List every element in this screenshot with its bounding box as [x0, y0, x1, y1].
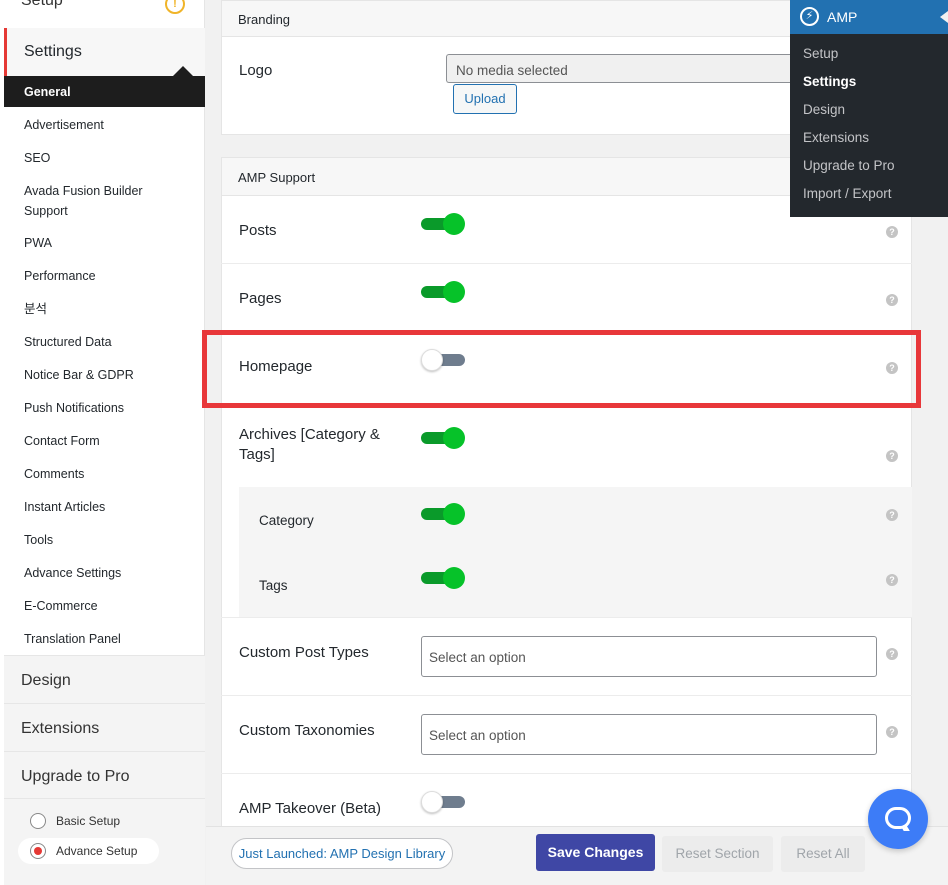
row-divider — [221, 695, 912, 696]
active-notch-icon — [173, 66, 193, 76]
sidebar-item-tools[interactable]: Tools — [24, 530, 53, 550]
amp-menu-header[interactable]: ⚡ AMP — [790, 0, 948, 34]
sidebar-item-pwa[interactable]: PWA — [24, 233, 52, 253]
posts-help-icon[interactable]: ? — [886, 226, 898, 238]
warning-icon: ! — [165, 0, 185, 14]
custom-taxonomies-help-icon[interactable]: ? — [886, 726, 898, 738]
tags-toggle[interactable] — [421, 567, 465, 589]
amp-menu-item-import-export[interactable]: Import / Export — [803, 186, 892, 201]
radio-circle-selected-icon — [30, 843, 46, 859]
amp-menu-item-setup[interactable]: Setup — [803, 46, 838, 61]
upload-button[interactable]: Upload — [453, 84, 517, 114]
amp-menu-item-design[interactable]: Design — [803, 102, 845, 117]
sidebar-section-settings[interactable]: Settings — [4, 28, 205, 76]
sidebar-item-advertisement[interactable]: Advertisement — [24, 115, 104, 135]
archives-label: Archives [Category & Tags] — [239, 426, 380, 463]
sidebar-item-avada[interactable]: Avada Fusion Builder Support — [24, 181, 143, 221]
amp-support-title: AMP Support — [238, 170, 316, 185]
tags-help-icon[interactable]: ? — [886, 574, 898, 586]
sidebar-section-extensions[interactable]: Extensions — [4, 703, 205, 751]
row-divider — [221, 617, 912, 618]
setup-mode-group: Basic Setup Advance Setup — [4, 798, 205, 885]
branding-title: Branding — [238, 12, 291, 27]
sidebar-item-ecommerce[interactable]: E-Commerce — [24, 596, 98, 616]
amp-takeover-toggle[interactable] — [421, 791, 465, 813]
amp-takeover-label: AMP Takeover (Beta) — [239, 800, 382, 817]
basic-setup-radio[interactable]: Basic Setup — [18, 808, 159, 834]
sidebar-item-instant-articles[interactable]: Instant Articles — [24, 497, 105, 517]
settings-sidebar: Setup ! Settings General Advertisement S… — [0, 0, 205, 885]
reset-all-button[interactable]: Reset All — [781, 836, 865, 872]
sidebar-section-upgrade[interactable]: Upgrade to Pro — [4, 751, 205, 799]
sidebar-section-setup-label: Setup — [21, 0, 63, 9]
category-toggle[interactable] — [421, 503, 465, 525]
sidebar-item-advance-settings[interactable]: Advance Settings — [24, 563, 121, 583]
sidebar-item-general[interactable]: General — [4, 76, 205, 107]
logo-media-input[interactable]: No media selected — [446, 54, 826, 83]
advance-setup-radio[interactable]: Advance Setup — [18, 838, 159, 864]
sidebar-item-structured-data[interactable]: Structured Data — [24, 332, 112, 352]
amp-admin-menu: ⚡ AMP Setup Settings Design Extensions U… — [790, 0, 948, 217]
logo-label: Logo — [239, 62, 273, 79]
amp-menu-item-extensions[interactable]: Extensions — [803, 130, 869, 145]
category-help-icon[interactable]: ? — [886, 509, 898, 521]
archives-toggle[interactable] — [421, 427, 465, 449]
custom-post-types-label: Custom Post Types — [239, 644, 369, 661]
sidebar-section-settings-label: Settings — [24, 43, 82, 60]
sidebar-item-analytics[interactable]: 분석 — [24, 299, 47, 319]
custom-taxonomies-label: Custom Taxonomies — [239, 722, 375, 739]
sidebar-item-translation-panel[interactable]: Translation Panel — [24, 629, 121, 649]
posts-label: Posts — [239, 222, 277, 239]
custom-taxonomies-select[interactable]: Select an option — [421, 714, 877, 755]
sidebar-item-contact-form[interactable]: Contact Form — [24, 431, 100, 451]
save-changes-button[interactable]: Save Changes — [536, 834, 655, 871]
row-divider — [221, 263, 912, 264]
category-label: Category — [259, 513, 314, 528]
pages-toggle[interactable] — [421, 281, 465, 303]
pages-label: Pages — [239, 290, 282, 307]
radio-circle-icon — [30, 813, 46, 829]
tags-label: Tags — [259, 578, 288, 593]
sidebar-item-comments[interactable]: Comments — [24, 464, 84, 484]
reset-section-button[interactable]: Reset Section — [662, 836, 773, 872]
archives-help-icon[interactable]: ? — [886, 450, 898, 462]
sidebar-item-push-notifications[interactable]: Push Notifications — [24, 398, 124, 418]
custom-post-types-select[interactable]: Select an option — [421, 636, 877, 677]
sidebar-item-seo[interactable]: SEO — [24, 148, 50, 168]
amp-menu-item-upgrade[interactable]: Upgrade to Pro — [803, 158, 895, 173]
custom-post-types-help-icon[interactable]: ? — [886, 648, 898, 660]
archives-sub-options — [239, 487, 912, 617]
posts-toggle[interactable] — [421, 213, 465, 235]
row-divider — [221, 773, 912, 774]
menu-pointer-icon — [940, 11, 948, 23]
amp-menu-title: AMP — [827, 9, 858, 25]
sidebar-section-design[interactable]: Design — [4, 655, 205, 703]
pages-help-icon[interactable]: ? — [886, 294, 898, 306]
design-library-link[interactable]: Just Launched: AMP Design Library — [231, 838, 453, 869]
help-chat-button[interactable] — [868, 789, 928, 849]
sidebar-section-setup[interactable]: Setup ! — [0, 0, 205, 26]
sidebar-item-performance[interactable]: Performance — [24, 266, 96, 286]
amp-menu-item-settings[interactable]: Settings — [803, 74, 856, 89]
homepage-highlight-box — [202, 330, 921, 408]
sidebar-item-notice-bar[interactable]: Notice Bar & GDPR — [24, 365, 134, 385]
amp-lightning-icon: ⚡ — [800, 7, 819, 26]
